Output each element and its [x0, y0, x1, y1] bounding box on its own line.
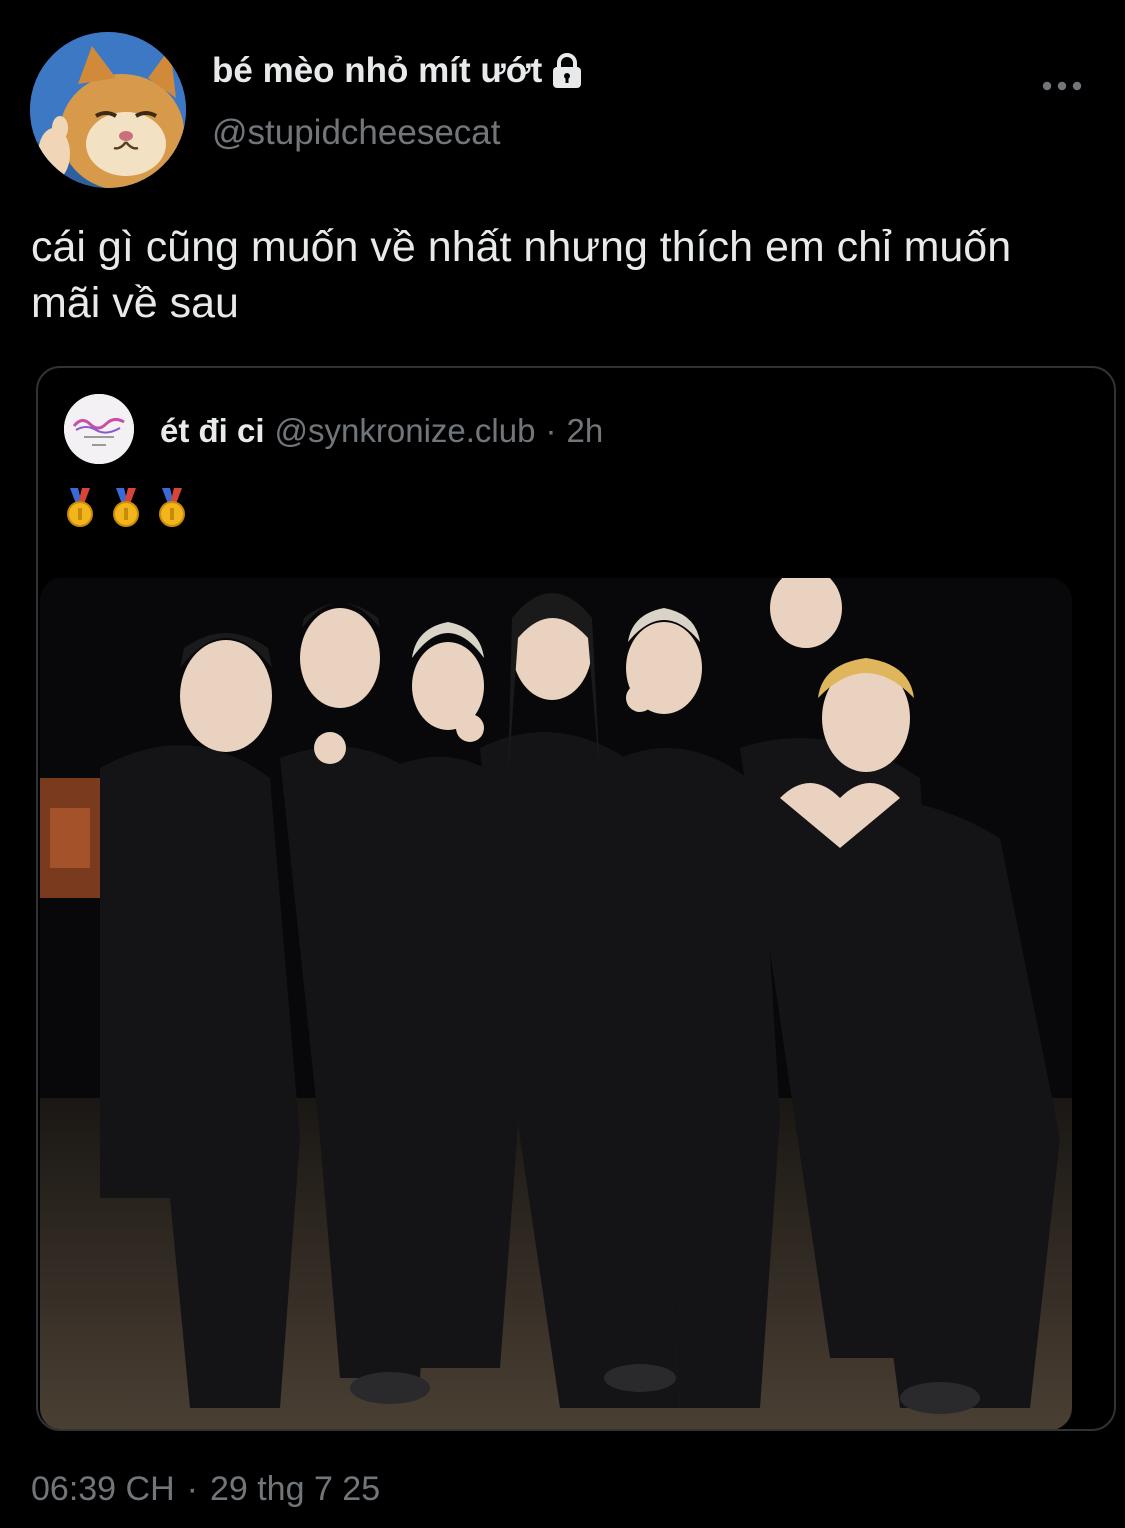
author-display-name[interactable]: bé mèo nhỏ mít ướt	[212, 51, 542, 91]
quoted-time[interactable]: 2h	[566, 412, 603, 450]
more-horizontal-icon	[1042, 81, 1082, 91]
quoted-author-avatar[interactable]	[64, 394, 134, 464]
quoted-tweet-photo[interactable]	[40, 578, 1072, 1429]
medal-icon	[64, 488, 96, 528]
quoted-handle[interactable]: @synkronize.club	[275, 412, 536, 450]
medal-icon	[156, 488, 188, 528]
author-avatar[interactable]	[30, 32, 186, 188]
group-photo-image	[40, 578, 1072, 1429]
quoted-tweet-header: ét đi ci @synkronize.club · 2h	[160, 412, 603, 450]
author-name-row: bé mèo nhỏ mít ướt	[212, 48, 584, 94]
timestamp-separator: ·	[186, 1470, 198, 1508]
quoted-tweet-card[interactable]: ét đi ci @synkronize.club · 2h	[36, 366, 1116, 1431]
tweet-text: cái gì cũng muốn về nhất nhưng thích em …	[31, 223, 1012, 327]
medal-icon	[110, 488, 142, 528]
quoted-tweet-text	[64, 488, 188, 528]
quoted-separator: ·	[545, 412, 557, 449]
synkronize-logo-icon	[64, 394, 134, 464]
timestamp-time: 06:39 CH	[31, 1470, 175, 1508]
quoted-display-name[interactable]: ét đi ci	[160, 412, 265, 450]
tweet-timestamp[interactable]: 06:39 CH · 29 thg 7 25	[31, 1470, 380, 1509]
lock-icon	[550, 53, 584, 89]
cat-avatar-icon	[30, 32, 186, 188]
author-handle[interactable]: @stupidcheesecat	[212, 113, 500, 153]
timestamp-date: 29 thg 7 25	[209, 1470, 381, 1508]
more-options-button[interactable]	[1036, 70, 1088, 102]
